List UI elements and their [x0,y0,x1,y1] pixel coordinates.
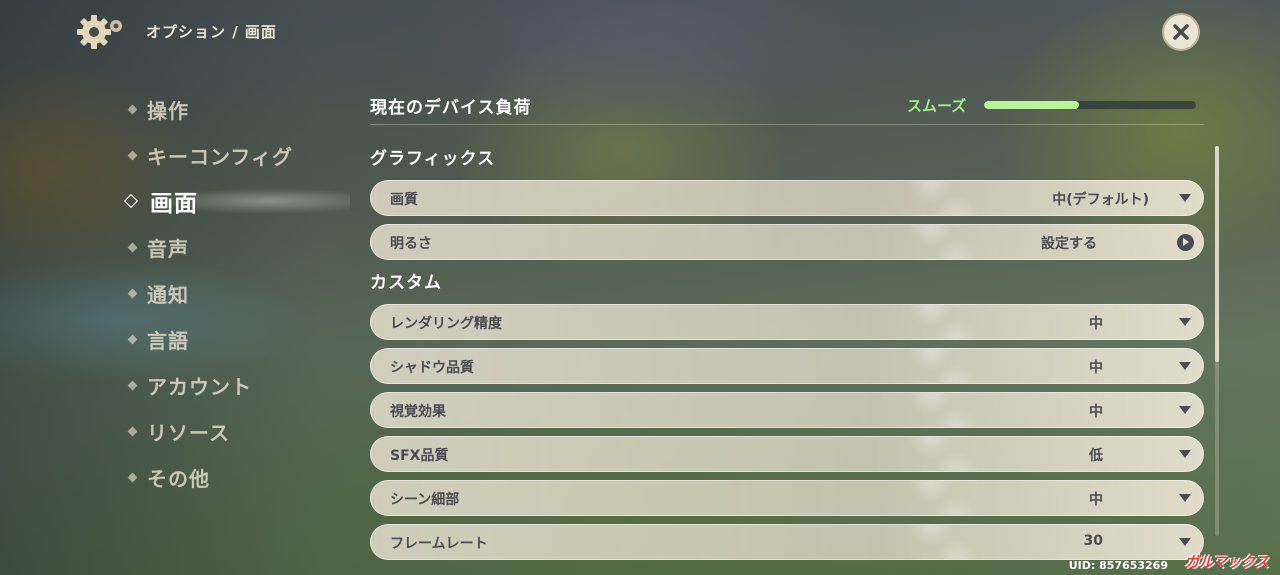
setting-label: 画質 [390,192,418,208]
sidebar-item-label: その他 [147,466,210,491]
setting-shadow-quality[interactable]: シャドウ品質 中 [370,348,1204,384]
uid-label: UID: 857653269 [1068,559,1168,572]
diamond-icon [127,242,138,252]
device-load-title: 現在のデバイス負荷 [370,98,532,118]
sidebar-item-label: 通知 [147,282,189,307]
setting-graphics-quality[interactable]: 画質 中(デフォルト) [370,180,1204,216]
setting-value: 中 [1089,492,1103,508]
diamond-icon [127,426,138,436]
chevron-down-icon [1179,494,1191,502]
section-title-custom: カスタム [370,273,442,293]
sidebar-item-label: キーコンフィグ [147,144,293,169]
setting-label: フレームレート [390,536,488,552]
sidebar-item-label: 言語 [147,328,189,353]
chevron-down-icon [1179,538,1191,546]
setting-value: 中 [1089,316,1103,332]
diamond-icon [127,104,138,114]
setting-sfx-quality[interactable]: SFX品質 低 [370,436,1204,472]
section-title-graphics: グラフィックス [370,149,496,169]
sidebar-item-resources[interactable]: リソース [120,408,340,454]
setting-value: 30 [1083,533,1103,549]
setting-value: 中 [1089,404,1103,420]
close-button[interactable] [1162,13,1200,51]
device-load-fill [984,101,1080,109]
settings-scrollbar[interactable] [1215,146,1219,536]
chevron-down-icon [1179,406,1191,414]
sidebar-item-notifications[interactable]: 通知 [120,270,340,316]
setting-label: シーン細部 [390,492,460,508]
sidebar-item-label: アカウント [147,374,252,399]
sidebar-item-label: リソース [147,420,230,445]
setting-render-resolution[interactable]: レンダリング精度 中 [370,304,1204,340]
sidebar: 操作 キーコンフィグ 画面 音声 通知 言語 アカウント リソース その他 [120,86,350,500]
diamond-icon [127,380,138,390]
chevron-down-icon [1179,318,1191,326]
sidebar-item-label: 画面 [150,191,198,217]
chevron-down-icon [1179,450,1191,458]
watermark-logo: ガルマックス [1184,553,1269,571]
setting-label: レンダリング精度 [390,316,502,332]
diamond-icon [127,472,138,482]
diamond-icon [127,334,138,344]
setting-value: 低 [1089,448,1103,464]
diamond-icon [127,150,138,160]
breadcrumb: オプション / 画面 [146,23,277,41]
diamond-outline-icon [123,193,139,209]
top-bar: オプション / 画面 [0,0,1280,64]
device-load-bar [984,101,1196,109]
setting-label: シャドウ品質 [390,360,474,376]
setting-value: 中(デフォルト) [1052,192,1149,208]
chevron-down-icon [1179,362,1191,370]
device-load-row: 現在のデバイス負荷 スムーズ [370,86,1204,125]
scrollbar-thumb[interactable] [1215,146,1219,362]
sidebar-item-key-config[interactable]: キーコンフィグ [120,132,340,178]
setting-label: 視覚効果 [390,404,446,420]
sidebar-item-other[interactable]: その他 [120,454,340,500]
setting-label: 明るさ [390,236,432,252]
close-icon [1173,24,1189,40]
sidebar-item-account[interactable]: アカウント [120,362,340,408]
setting-scene-detail[interactable]: シーン細部 中 [370,480,1204,516]
sidebar-item-label: 音声 [147,236,189,261]
setting-frame-rate[interactable]: フレームレート 30 [370,524,1204,560]
setting-value: 設定する [1041,236,1097,252]
setting-brightness[interactable]: 明るさ 設定する [370,224,1204,260]
sidebar-item-display[interactable]: 画面 [120,178,350,224]
sidebar-item-language[interactable]: 言語 [120,316,340,362]
sidebar-item-controls[interactable]: 操作 [120,86,340,132]
sidebar-item-label: 操作 [147,98,189,123]
settings-panel: 現在のデバイス負荷 スムーズ グラフィックス 画質 中(デフォルト) 明るさ 設… [370,86,1204,568]
setting-label: SFX品質 [390,448,449,464]
arrow-right-icon [1177,234,1194,251]
gear-icon [77,15,122,49]
sidebar-item-audio[interactable]: 音声 [120,224,340,270]
setting-visual-effects[interactable]: 視覚効果 中 [370,392,1204,428]
chevron-down-icon [1179,194,1191,202]
diamond-icon [127,288,138,298]
device-load-status: スムーズ [907,97,967,115]
setting-value: 中 [1089,360,1103,376]
